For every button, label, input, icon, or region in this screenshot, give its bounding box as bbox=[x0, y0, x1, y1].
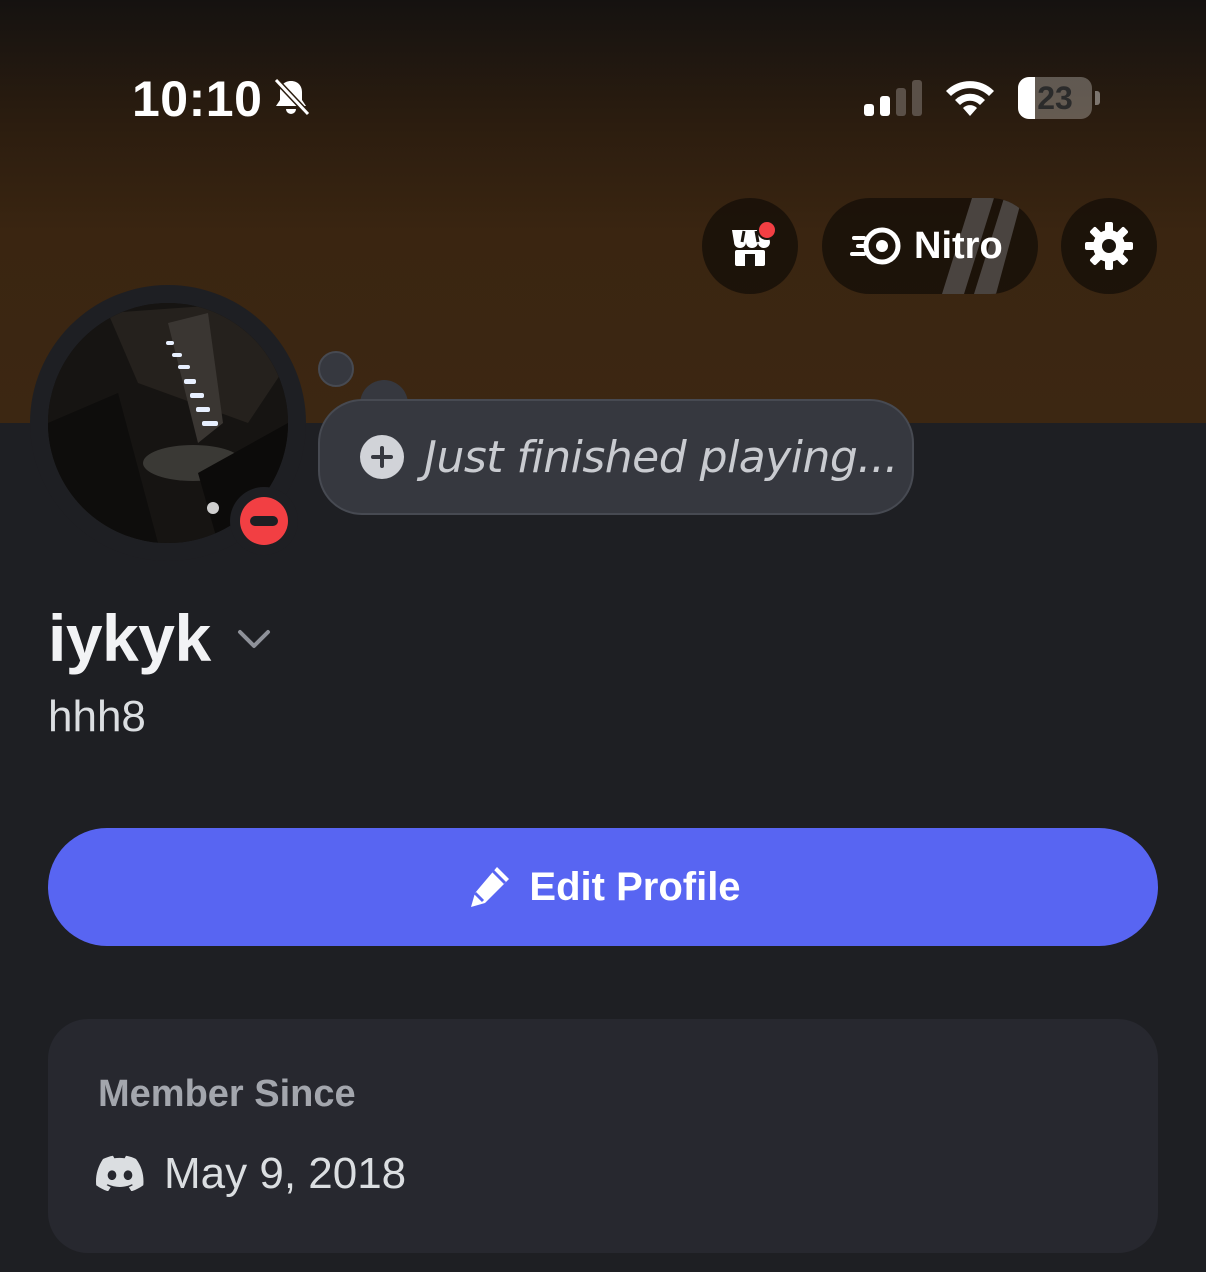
edit-profile-button[interactable]: Edit Profile bbox=[48, 828, 1158, 946]
display-name: iykyk bbox=[48, 601, 211, 675]
nitro-icon bbox=[850, 227, 901, 265]
thought-bubble-dot bbox=[318, 351, 354, 387]
cellular-signal-icon bbox=[864, 80, 922, 116]
status-time: 10:10 bbox=[132, 71, 263, 127]
plus-circle-icon bbox=[360, 435, 404, 479]
status-badge bbox=[230, 487, 298, 555]
status-bar: 10:10 23 bbox=[0, 0, 1206, 160]
chevron-down-icon[interactable] bbox=[236, 624, 272, 654]
pencil-icon bbox=[471, 867, 510, 907]
profile-screen: 10:10 23 Nitro Just finished playing... … bbox=[0, 0, 1206, 1272]
battery-level: 23 bbox=[1037, 80, 1073, 116]
discord-logo-icon bbox=[96, 1155, 144, 1191]
bell-slash-icon bbox=[273, 77, 311, 117]
username: hhh8 bbox=[48, 692, 146, 741]
member-since-date: May 9, 2018 bbox=[164, 1149, 407, 1198]
member-since-card: Member Since May 9, 2018 bbox=[48, 1019, 1158, 1253]
notification-dot bbox=[757, 220, 777, 240]
nitro-label: Nitro bbox=[914, 224, 1003, 267]
wifi-icon bbox=[946, 81, 994, 116]
custom-status-bubble[interactable]: Just finished playing... bbox=[318, 399, 914, 515]
custom-status-placeholder: Just finished playing... bbox=[424, 431, 898, 483]
battery-indicator: 23 bbox=[1018, 77, 1100, 119]
do-not-disturb-icon bbox=[240, 497, 288, 545]
settings-button[interactable] bbox=[1061, 198, 1157, 294]
member-since-title: Member Since bbox=[98, 1073, 356, 1115]
nitro-button[interactable]: Nitro bbox=[822, 198, 1038, 294]
edit-profile-label: Edit Profile bbox=[529, 864, 741, 909]
shop-button[interactable] bbox=[702, 198, 798, 294]
gear-icon bbox=[1085, 222, 1133, 270]
